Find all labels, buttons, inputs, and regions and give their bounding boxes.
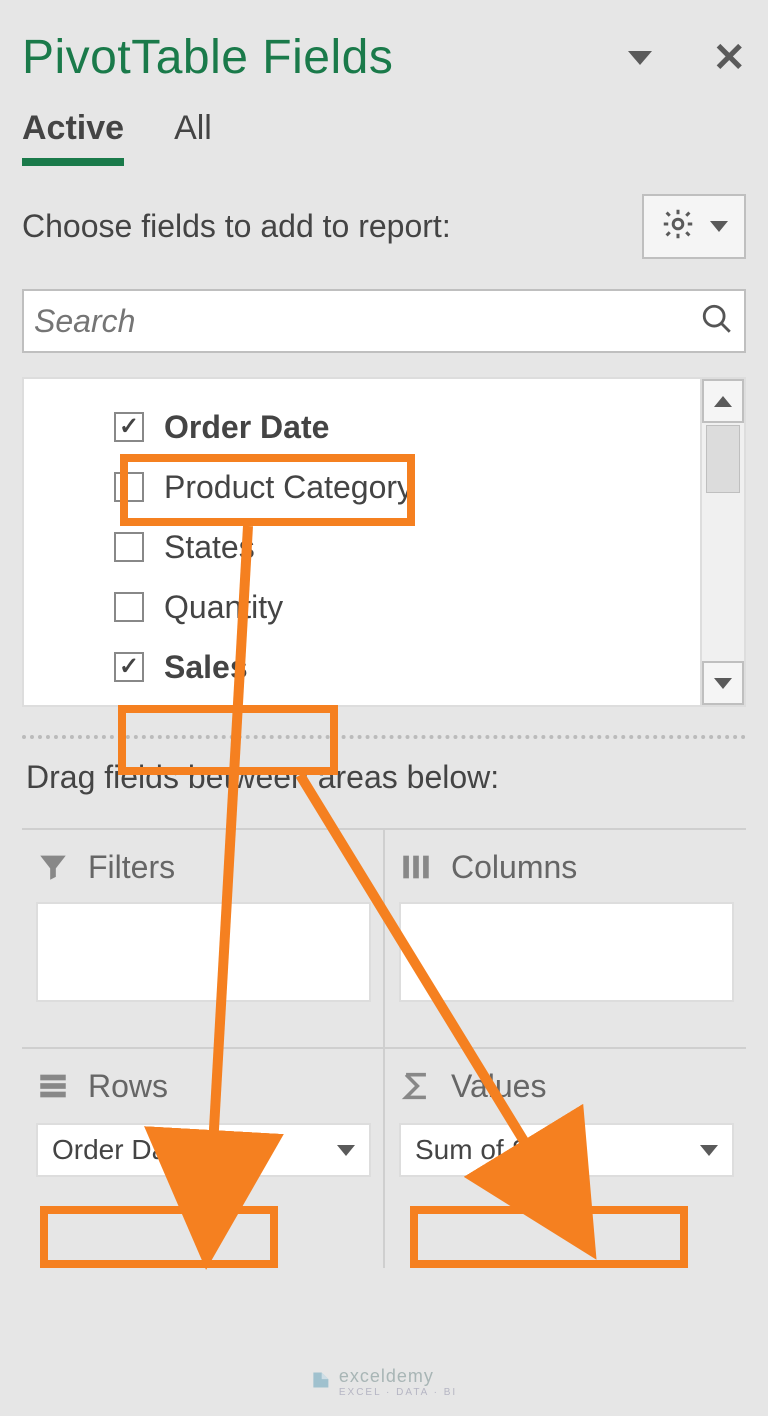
field-label: Order Date [164,409,329,446]
chevron-up-icon [714,396,732,407]
field-order-date[interactable]: Order Date [114,397,700,457]
filter-icon [36,850,70,884]
fields-list-container: Order Date Product Category States Quant… [22,377,746,707]
drop-item-label: Sum of Sales [415,1134,582,1166]
chevron-down-icon [714,678,732,689]
area-label: Rows [88,1068,168,1105]
gear-icon [660,206,696,247]
field-label: Sales [164,649,248,686]
search-input[interactable] [34,303,700,340]
checkbox-icon[interactable] [114,532,144,562]
separator [22,735,746,739]
rows-icon [36,1069,70,1103]
chevron-down-icon [337,1145,355,1156]
chevron-down-icon [700,1145,718,1156]
tab-active[interactable]: Active [22,109,124,166]
checkbox-checked-icon[interactable] [114,652,144,682]
area-values[interactable]: Values Sum of Sales [384,1048,746,1268]
chevron-down-icon [710,221,728,232]
instruction-row: Choose fields to add to report: [14,166,754,277]
area-rows[interactable]: Rows Order Date [22,1048,384,1268]
columns-icon [399,850,433,884]
scroll-thumb[interactable] [706,425,740,493]
close-icon[interactable]: ✕ [712,35,746,81]
tab-bar: Active All [14,95,754,166]
pane-header: PivotTable Fields ✕ [14,10,754,95]
pivot-fields-pane: PivotTable Fields ✕ Active All Choose fi… [14,10,754,1402]
area-label: Columns [451,849,577,886]
checkbox-icon[interactable] [114,472,144,502]
area-columns[interactable]: Columns [384,828,746,1048]
scroll-up-button[interactable] [702,379,744,423]
field-quantity[interactable]: Quantity [114,577,700,637]
filters-dropzone[interactable] [36,902,371,1002]
field-product-category[interactable]: Product Category [114,457,700,517]
instruction-label: Choose fields to add to report: [22,208,451,245]
search-icon [700,302,734,341]
checkbox-checked-icon[interactable] [114,412,144,442]
drag-instruction: Drag fields between areas below: [14,759,754,816]
field-states[interactable]: States [114,517,700,577]
field-label: Quantity [164,589,283,626]
scrollbar[interactable] [700,379,744,705]
watermark-text: exceldemy [339,1366,434,1386]
fields-list: Order Date Product Category States Quant… [24,379,700,705]
drop-areas: Filters Columns Rows Order Date [22,828,746,1268]
area-label: Filters [88,849,175,886]
tools-button[interactable] [642,194,746,259]
sigma-icon [399,1069,433,1103]
rows-item-order-date[interactable]: Order Date [36,1123,371,1177]
columns-dropzone[interactable] [399,902,734,1002]
watermark-sub: EXCEL · DATA · BI [339,1387,457,1398]
pane-title: PivotTable Fields [22,30,393,85]
area-filters[interactable]: Filters [22,828,384,1048]
field-sales[interactable]: Sales [114,637,700,697]
scroll-down-button[interactable] [702,661,744,705]
search-box[interactable] [22,289,746,353]
values-item-sum-of-sales[interactable]: Sum of Sales [399,1123,734,1177]
area-label: Values [451,1068,546,1105]
field-label: States [164,529,255,566]
drop-item-label: Order Date [52,1134,191,1166]
watermark: exceldemy EXCEL · DATA · BI [311,1366,457,1398]
field-label: Product Category [164,469,413,506]
checkbox-icon[interactable] [114,592,144,622]
pane-options-dropdown-icon[interactable] [628,51,652,65]
header-controls: ✕ [628,35,746,81]
watermark-icon [311,1370,331,1395]
tab-all[interactable]: All [174,109,212,166]
